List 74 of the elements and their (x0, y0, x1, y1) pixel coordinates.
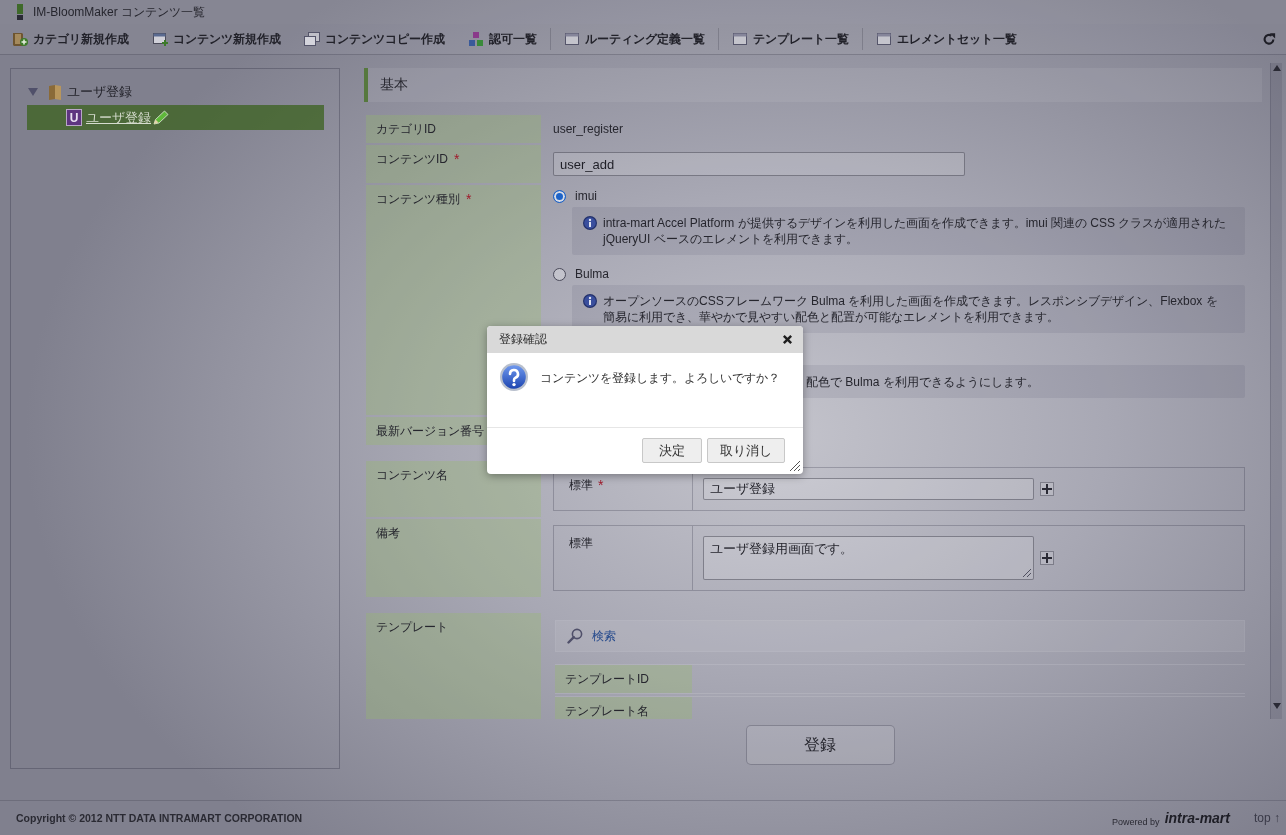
info-icon (583, 294, 597, 308)
close-icon[interactable] (782, 334, 793, 345)
type-badge: U (66, 109, 82, 126)
toolbar-button[interactable]: ルーティング定義一覧 (560, 26, 709, 52)
radio-label[interactable]: imui (575, 189, 597, 203)
reload-button[interactable] (1262, 32, 1276, 46)
stacked-windows-icon (304, 31, 320, 47)
required-mark: * (598, 478, 604, 492)
field-label: テンプレートID (555, 665, 692, 693)
reload-icon (1262, 32, 1276, 46)
field-label: コンテンツ名 (376, 468, 448, 482)
field-value: user_register (553, 122, 624, 136)
search-icon[interactable] (567, 628, 583, 644)
dialog-title: 登録確認 (499, 331, 547, 348)
required-mark: * (466, 192, 472, 206)
description-text: intra-mart Accel Platform が提供するデザインを利用した画面を作成できます。imui 関連の CSS クラスが適用された jQueryUI ベースのエレメントを利用できます。 (603, 215, 1227, 247)
plus-icon (1042, 553, 1052, 563)
field-label: 最新バージョン番号 (376, 424, 484, 438)
pencil-icon[interactable] (152, 109, 170, 126)
search-link[interactable]: 検索 (592, 627, 616, 645)
radio-button[interactable] (553, 189, 566, 203)
required-mark: * (454, 152, 460, 166)
powered-by-text: Powered by (1112, 817, 1160, 827)
field-label: コンテンツID (376, 152, 448, 166)
toolbar-button[interactable]: コンテンツ新規作成 (148, 26, 285, 52)
window-icon (564, 31, 580, 47)
dialog-button[interactable]: 決定 (642, 438, 702, 463)
toolbar-button[interactable]: コンテンツコピー作成 (300, 26, 449, 52)
input-field[interactable]: ユーザ登録 (703, 478, 1034, 500)
description-text: オープンソースのCSSフレームワーク Bulma を利用した画面を作成できます。レスポンシブデザイン、Flexbox を簡易に利用でき、華やかで見やすい配色と配置が可能なエレメントを利用できます。 (603, 293, 1219, 325)
window-icon (876, 31, 892, 47)
field-label: 備考 (376, 526, 400, 540)
add-button[interactable] (1040, 482, 1054, 496)
scrollbar[interactable] (1270, 63, 1282, 719)
locale-label: 標準 (569, 536, 593, 550)
toolbar-button[interactable]: テンプレート一覧 (728, 26, 853, 52)
copyright-text: Copyright © 2012 NTT DATA INTRAMART CORPORATION (16, 812, 303, 824)
blocks-icon (468, 31, 484, 47)
up-arrow-icon[interactable] (1272, 65, 1281, 71)
window-title: IM-BloomMaker コンテンツ一覧 (33, 3, 205, 21)
tree-item[interactable]: ユーザ登録 (27, 81, 132, 103)
plus-icon (1042, 484, 1052, 494)
radio-label[interactable]: Bulma (575, 267, 609, 281)
textarea-field[interactable]: ユーザ登録用画面です。 (703, 536, 1034, 580)
section-title: 基本 (380, 76, 408, 94)
resize-grip-icon[interactable] (1023, 569, 1031, 577)
top-link[interactable]: top ↑ (1254, 811, 1280, 825)
window-plus-icon (152, 31, 168, 47)
toolbar-button[interactable]: エレメントセット一覧 (872, 26, 1021, 52)
tree-item[interactable]: U ユーザ登録 (27, 105, 324, 130)
logo-text: intra-mart (1164, 810, 1230, 826)
toolbar-button[interactable]: 認可一覧 (464, 26, 541, 52)
window-icon (732, 31, 748, 47)
resize-grip-icon[interactable] (790, 461, 800, 471)
field-label: テンプレート名 (555, 697, 692, 719)
radio-button[interactable] (553, 267, 566, 281)
dialog-button[interactable]: 取り消し (707, 438, 785, 463)
app-icon (17, 4, 23, 20)
question-icon (500, 363, 528, 391)
info-icon (583, 216, 597, 230)
input-field[interactable]: user_add (553, 152, 965, 176)
dialog-message: コンテンツを登録します。よろしいですか？ (540, 370, 780, 387)
tree-link[interactable]: ユーザ登録 (86, 108, 151, 127)
register-button[interactable]: 登録 (745, 725, 895, 765)
book-plus-icon (12, 31, 28, 47)
field-label: テンプレート (376, 620, 448, 634)
add-button[interactable] (1040, 551, 1054, 565)
book-icon (48, 84, 62, 100)
down-arrow-icon[interactable] (1272, 703, 1281, 709)
toolbar-button[interactable]: カテゴリ新規作成 (8, 26, 133, 52)
field-label: カテゴリID (376, 122, 436, 136)
field-label: コンテンツ種別 (376, 192, 460, 206)
description-text: 配色で Bulma を利用できるようにします。 (806, 374, 1039, 390)
locale-label: 標準 (569, 478, 593, 492)
